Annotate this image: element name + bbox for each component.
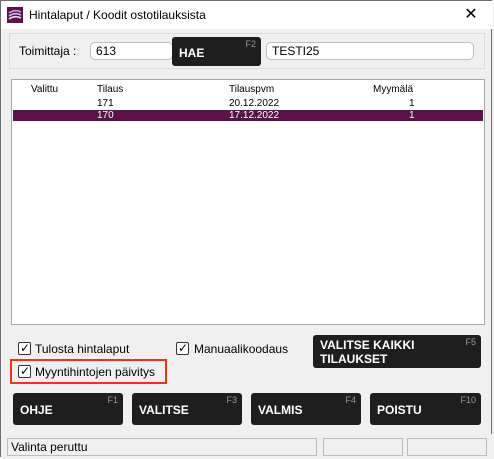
select-all-line2: TILAUKSET xyxy=(320,352,388,366)
title-bar[interactable]: Hintalaput / Koodit ostotilauksista ✕ xyxy=(1,1,493,29)
close-button[interactable]: ✕ xyxy=(449,1,493,29)
checkmark-icon: ✓ xyxy=(20,341,31,355)
header-selected: Valittu xyxy=(31,84,59,95)
supplier-code-input[interactable]: 613 xyxy=(90,42,173,60)
select-all-orders-button[interactable]: VALITSE KAIKKI TILAUKSET F5 xyxy=(313,335,481,368)
header-store: Myymälä xyxy=(373,84,414,95)
supplier-name-field: TESTI25 xyxy=(266,42,474,60)
status-bar: Valinta peruttu xyxy=(1,434,493,458)
exit-button-key: F10 xyxy=(460,395,476,405)
help-button[interactable]: OHJE F1 xyxy=(13,393,123,425)
checkmark-icon: ✓ xyxy=(20,364,31,378)
done-button[interactable]: VALMIS F4 xyxy=(251,393,361,425)
header-order: Tilaus xyxy=(97,84,124,95)
cell-date: 20.12.2022 xyxy=(229,98,280,109)
checkmark-icon: ✓ xyxy=(178,341,189,355)
cell-order: 170 xyxy=(97,110,114,121)
order-row[interactable]: 171 20.12.2022 1 xyxy=(13,98,483,109)
manual-codes-checkbox[interactable]: ✓ xyxy=(176,341,189,355)
cell-store: 1 xyxy=(409,110,415,121)
select-button-key: F3 xyxy=(226,395,237,405)
supplier-label: Toimittaja : xyxy=(19,44,77,58)
close-icon: ✕ xyxy=(464,6,478,23)
price-update-checkbox[interactable]: ✓ xyxy=(18,364,31,378)
manual-codes-label: Manuaalikoodaus xyxy=(194,342,289,356)
cell-order: 171 xyxy=(97,98,114,109)
select-button-label: VALITSE xyxy=(139,403,189,417)
price-update-label: Myyntihintojen päivitys xyxy=(35,365,156,379)
orders-list[interactable]: Valittu Tilaus Tilauspvm Myymälä 171 20.… xyxy=(11,79,485,325)
supplier-panel: Toimittaja : 613 HAE F2 TESTI25 xyxy=(9,33,485,69)
print-labels-checkbox[interactable]: ✓ xyxy=(18,341,31,355)
search-button-label: HAE xyxy=(179,46,205,60)
help-button-label: OHJE xyxy=(20,403,53,417)
done-button-label: VALMIS xyxy=(258,403,303,417)
cell-store: 1 xyxy=(409,98,415,109)
exit-button-label: POISTU xyxy=(377,403,422,417)
window-title: Hintalaput / Koodit ostotilauksista xyxy=(29,8,206,22)
exit-button[interactable]: POISTU F10 xyxy=(370,393,481,425)
done-button-key: F4 xyxy=(345,395,356,405)
header-date: Tilauspvm xyxy=(229,84,275,95)
app-logo-icon xyxy=(7,7,23,23)
cell-date: 17.12.2022 xyxy=(229,110,280,121)
select-all-key: F5 xyxy=(465,337,476,347)
select-all-line1: VALITSE KAIKKI xyxy=(320,338,415,352)
print-labels-label: Tulosta hintalaput xyxy=(35,342,130,356)
dialog-window: Hintalaput / Koodit ostotilauksista ✕ To… xyxy=(0,0,493,458)
status-field-2 xyxy=(323,438,403,456)
select-button[interactable]: VALITSE F3 xyxy=(132,393,242,425)
help-button-key: F1 xyxy=(107,395,118,405)
status-message: Valinta peruttu xyxy=(7,438,317,456)
search-button-key: F2 xyxy=(245,39,256,49)
order-row-selected[interactable]: 170 17.12.2022 1 xyxy=(13,110,483,121)
search-button[interactable]: HAE F2 xyxy=(172,37,261,66)
status-field-3 xyxy=(407,438,487,456)
